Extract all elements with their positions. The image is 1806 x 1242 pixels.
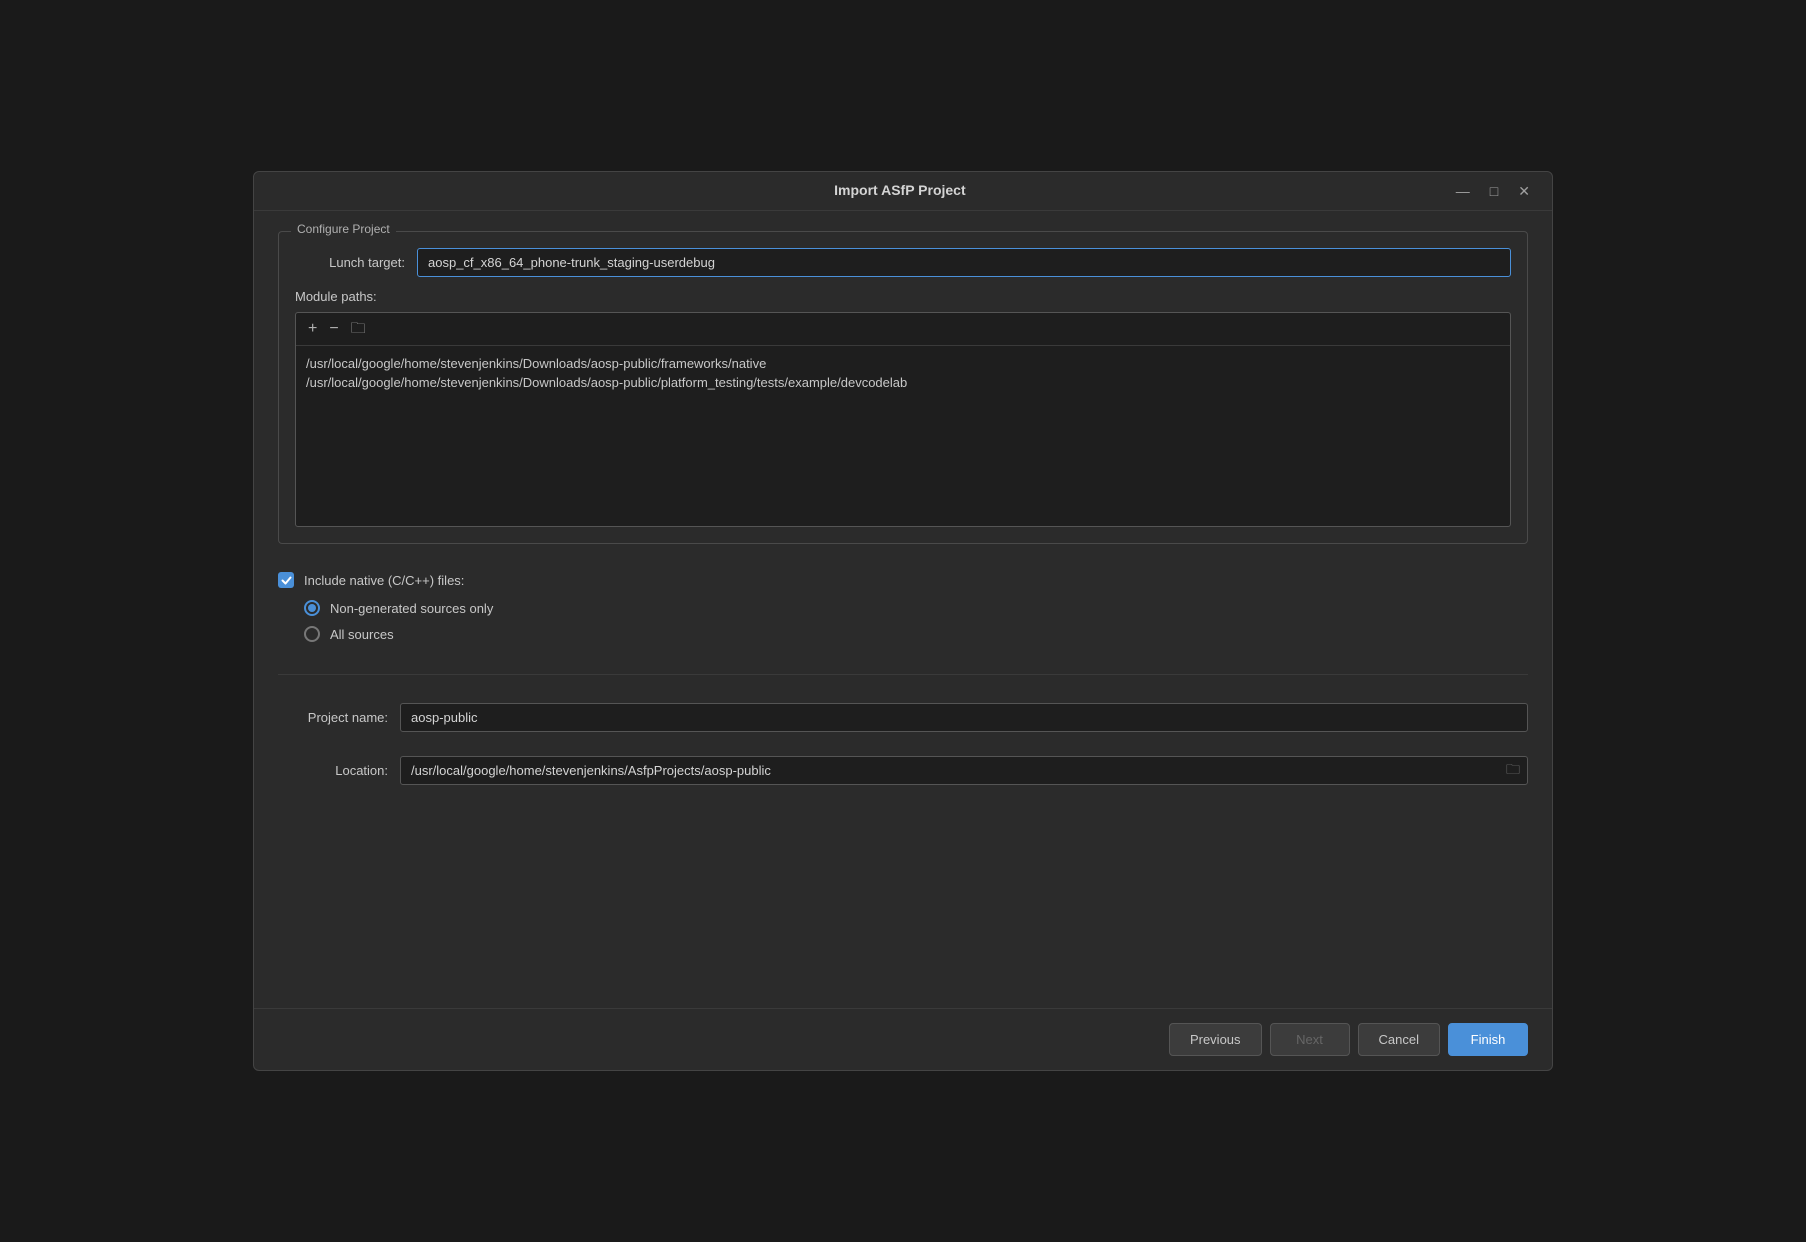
include-native-row[interactable]: Include native (C/C++) files: xyxy=(278,572,1528,588)
dialog-title: Import ASfP Project xyxy=(834,182,965,198)
project-name-label: Project name: xyxy=(278,710,388,725)
import-dialog: Import ASfP Project — □ ✕ Configure Proj… xyxy=(253,171,1553,1071)
location-input[interactable] xyxy=(400,756,1528,785)
list-item: /usr/local/google/home/stevenjenkins/Dow… xyxy=(306,373,1500,392)
close-button[interactable]: ✕ xyxy=(1512,182,1536,200)
module-paths-wrapper: Module paths: + − 🗀 /usr/local/google/ho… xyxy=(295,289,1511,527)
project-name-row: Project name: xyxy=(278,703,1528,732)
next-button[interactable]: Next xyxy=(1270,1023,1350,1056)
non-generated-label: Non-generated sources only xyxy=(330,601,493,616)
module-paths-toolbar: + − 🗀 xyxy=(296,313,1510,346)
browse-path-button[interactable]: 🗀 xyxy=(347,319,370,339)
bottom-fields: Project name: Location: 🗀 xyxy=(278,695,1528,797)
include-native-label: Include native (C/C++) files: xyxy=(304,573,464,588)
list-item: /usr/local/google/home/stevenjenkins/Dow… xyxy=(306,354,1500,373)
separator xyxy=(278,674,1528,675)
cancel-button[interactable]: Cancel xyxy=(1358,1023,1440,1056)
remove-path-button[interactable]: − xyxy=(325,319,342,339)
previous-button[interactable]: Previous xyxy=(1169,1023,1262,1056)
all-sources-radio-row[interactable]: All sources xyxy=(304,626,1528,642)
project-name-input[interactable] xyxy=(400,703,1528,732)
include-native-checkbox[interactable] xyxy=(278,572,294,588)
minimize-button[interactable]: — xyxy=(1450,182,1476,200)
dialog-content: Configure Project Lunch target: Module p… xyxy=(254,211,1552,1008)
title-bar-controls: — □ ✕ xyxy=(1450,182,1536,200)
non-generated-radio[interactable] xyxy=(304,600,320,616)
module-paths-label: Module paths: xyxy=(295,289,1511,304)
lunch-target-input[interactable] xyxy=(417,248,1511,277)
section-label: Configure Project xyxy=(291,222,396,236)
location-input-wrapper: 🗀 xyxy=(400,756,1528,785)
location-folder-icon: 🗀 xyxy=(1506,761,1520,777)
non-generated-radio-row[interactable]: Non-generated sources only xyxy=(304,600,1528,616)
all-sources-radio[interactable] xyxy=(304,626,320,642)
location-browse-button[interactable]: 🗀 xyxy=(1504,757,1522,785)
folder-icon: 🗀 xyxy=(351,320,366,337)
title-bar: Import ASfP Project — □ ✕ xyxy=(254,172,1552,211)
module-paths-list: /usr/local/google/home/stevenjenkins/Dow… xyxy=(296,346,1510,526)
title-bar-center: Import ASfP Project xyxy=(350,182,1450,200)
options-section: Include native (C/C++) files: Non-genera… xyxy=(278,560,1528,654)
maximize-button[interactable]: □ xyxy=(1484,182,1504,200)
finish-button[interactable]: Finish xyxy=(1448,1023,1528,1056)
location-row: Location: 🗀 xyxy=(278,756,1528,785)
lunch-target-label: Lunch target: xyxy=(295,255,405,270)
radio-group: Non-generated sources only All sources xyxy=(304,600,1528,642)
location-label: Location: xyxy=(278,763,388,778)
lunch-target-row: Lunch target: xyxy=(295,248,1511,277)
module-paths-container: + − 🗀 /usr/local/google/home/stevenjenki… xyxy=(295,312,1511,527)
dialog-footer: Previous Next Cancel Finish xyxy=(254,1008,1552,1070)
all-sources-label: All sources xyxy=(330,627,394,642)
configure-project-section: Configure Project Lunch target: Module p… xyxy=(278,231,1528,544)
add-path-button[interactable]: + xyxy=(304,319,321,339)
